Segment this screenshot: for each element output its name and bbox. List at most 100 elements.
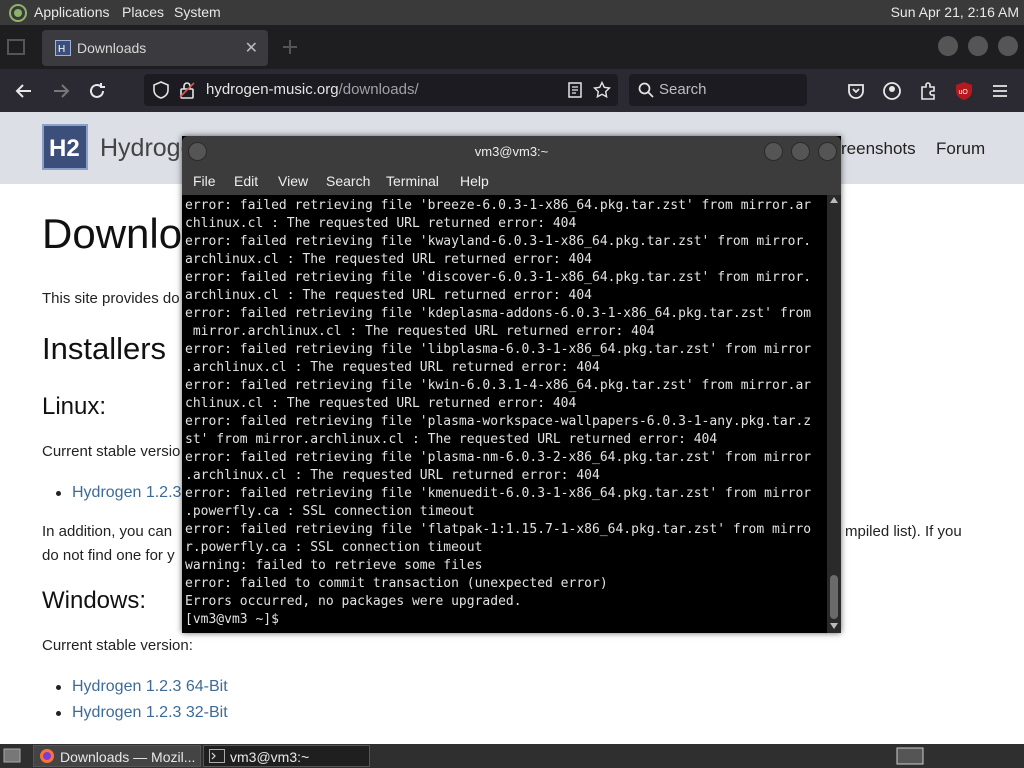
installers-heading: Installers: [42, 331, 167, 366]
tab-title: Downloads: [77, 40, 147, 56]
intro-text: This site provides do: [42, 290, 180, 307]
terminal-line: error: failed retrieving file 'plasma-wo…: [185, 414, 812, 429]
nav-forum[interactable]: Forum: [936, 139, 985, 159]
terminal-output[interactable]: error: failed retrieving file 'breeze-6.…: [182, 195, 827, 633]
tab-close-icon[interactable]: ✕: [245, 38, 258, 58]
terminal-line: error: failed retrieving file 'libplasma…: [185, 342, 812, 357]
terminal-line: error: failed retrieving file 'kwayland-…: [185, 234, 812, 249]
back-arrow-icon[interactable]: [13, 80, 35, 102]
hydrogen-logo-icon[interactable]: H2: [42, 124, 88, 170]
terminal-minimize-button[interactable]: [764, 142, 783, 161]
terminal-menu-help[interactable]: Help: [460, 173, 489, 189]
svg-text:H2: H2: [49, 135, 80, 162]
forward-arrow-icon[interactable]: [50, 80, 72, 102]
url-domain: hydrogen-music.org: [206, 81, 339, 98]
linux-download-link[interactable]: Hydrogen 1.2.3: [72, 484, 181, 502]
terminal-line: r.powerfly.ca : SSL connection timeout: [185, 540, 483, 555]
page-title: Downloa: [42, 210, 206, 257]
terminal-line: archlinux.cl : The requested URL returne…: [185, 252, 592, 267]
task-terminal[interactable]: vm3@vm3:~: [203, 745, 370, 767]
terminal-menu-terminal[interactable]: Terminal: [386, 173, 439, 189]
reader-view-icon[interactable]: [566, 81, 584, 99]
scrollbar-thumb[interactable]: [830, 575, 838, 619]
scroll-down-icon[interactable]: [830, 623, 838, 629]
terminal-menu-search[interactable]: Search: [326, 173, 370, 189]
terminal-close-button[interactable]: [818, 142, 837, 161]
new-tab-icon[interactable]: [278, 35, 302, 59]
terminal-line: error: failed to commit transaction (une…: [185, 576, 608, 591]
show-desktop-icon[interactable]: [3, 747, 21, 765]
terminal-line: error: failed retrieving file 'kmenuedit…: [185, 486, 812, 501]
pocket-icon[interactable]: [845, 80, 867, 102]
scroll-up-icon[interactable]: [830, 197, 838, 203]
search-box[interactable]: Search: [629, 74, 807, 106]
window-maximize-button[interactable]: [968, 36, 988, 56]
terminal-line: error: failed retrieving file 'kdeplasma…: [185, 306, 812, 321]
window-minimize-button[interactable]: [938, 36, 958, 56]
shield-icon[interactable]: [152, 81, 170, 99]
lock-icon[interactable]: [178, 81, 196, 99]
linux-heading: Linux:: [42, 393, 107, 420]
addition-text-line2: do not find one for y: [42, 547, 175, 564]
hamburger-menu-icon[interactable]: [989, 80, 1011, 102]
window-close-button[interactable]: [998, 36, 1018, 56]
terminal-line: error: failed retrieving file 'plasma-nm…: [185, 450, 812, 465]
windows-heading: Windows:: [42, 587, 147, 614]
ublock-icon[interactable]: uO: [953, 80, 975, 102]
search-icon: [638, 82, 654, 98]
terminal-line: .archlinux.cl : The requested URL return…: [185, 468, 600, 483]
task-terminal-label: vm3@vm3:~: [230, 749, 310, 765]
menu-applications[interactable]: Applications: [34, 4, 110, 20]
extensions-icon[interactable]: [917, 80, 939, 102]
top-panel: Applications Places System Sun Apr 21, 2…: [0, 0, 1024, 25]
terminal-title: vm3@vm3:~: [474, 144, 549, 159]
terminal-line: error: failed retrieving file 'breeze-6.…: [185, 198, 812, 213]
svg-text:uO: uO: [959, 89, 969, 96]
tab-downloads[interactable]: H Downloads ✕: [42, 30, 268, 66]
terminal-line: chlinux.cl : The requested URL returned …: [185, 396, 577, 411]
hydrogen-favicon-icon: H: [55, 40, 71, 56]
reload-icon[interactable]: [86, 80, 108, 102]
clock[interactable]: Sun Apr 21, 2:16 AM: [891, 4, 1019, 20]
workspace-switcher-icon[interactable]: [896, 747, 924, 765]
terminal-line: [vm3@vm3 ~]$: [185, 612, 287, 627]
url-path: /downloads/: [338, 81, 419, 98]
account-icon[interactable]: [881, 80, 903, 102]
terminal-line: mirror.archlinux.cl : The requested URL …: [185, 324, 655, 339]
windows-current-text: Current stable version:: [42, 637, 193, 654]
terminal-titlebar[interactable]: vm3@vm3:~: [182, 136, 841, 166]
menu-system[interactable]: System: [174, 4, 221, 20]
terminal-line: chlinux.cl : The requested URL returned …: [185, 216, 577, 231]
windows-64bit-link[interactable]: Hydrogen 1.2.3 64-Bit: [72, 678, 228, 696]
terminal-line: st' from mirror.archlinux.cl : The reque…: [185, 432, 718, 447]
windows-32bit-link[interactable]: Hydrogen 1.2.3 32-Bit: [72, 704, 228, 722]
terminal-line: Errors occurred, no packages were upgrad…: [185, 594, 522, 609]
linux-current-text: Current stable versio: [42, 443, 181, 460]
terminal-line: error: failed retrieving file 'kwin-6.0.…: [185, 378, 812, 393]
terminal-maximize-button[interactable]: [791, 142, 810, 161]
terminal-window[interactable]: vm3@vm3:~ File Edit View Search Terminal…: [182, 136, 841, 633]
url-text: hydrogen-music.org/downloads/: [206, 81, 419, 98]
terminal-menu-file[interactable]: File: [193, 173, 216, 189]
bottom-panel: Downloads — Mozil... vm3@vm3:~: [0, 744, 1024, 768]
terminal-line: error: failed retrieving file 'discover-…: [185, 270, 812, 285]
terminal-line: warning: failed to retrieve some files: [185, 558, 483, 573]
task-firefox-label: Downloads — Mozil...: [60, 749, 196, 765]
terminal-scrollbar[interactable]: [827, 195, 841, 633]
nav-screenshots[interactable]: reenshots: [841, 139, 916, 159]
firefox-icon: [40, 749, 54, 763]
terminal-line: archlinux.cl : The requested URL returne…: [185, 288, 592, 303]
url-bar[interactable]: hydrogen-music.org/downloads/: [144, 74, 618, 106]
menu-places[interactable]: Places: [122, 4, 164, 20]
addition-text-right: mpiled list). If you: [845, 523, 962, 540]
terminal-menu-edit[interactable]: Edit: [234, 173, 258, 189]
mate-logo-icon[interactable]: [8, 3, 28, 23]
terminal-line: .powerfly.ca : SSL connection timeout: [185, 504, 475, 519]
terminal-menu-view[interactable]: View: [278, 173, 308, 189]
terminal-line: error: failed retrieving file 'flatpak-1…: [185, 522, 812, 537]
bookmark-star-icon[interactable]: [593, 81, 611, 99]
task-firefox[interactable]: Downloads — Mozil...: [33, 745, 201, 767]
terminal-menubar: File Edit View Search Terminal Help: [182, 166, 841, 195]
tab-list-icon[interactable]: [4, 35, 28, 59]
bullet: [56, 491, 61, 496]
